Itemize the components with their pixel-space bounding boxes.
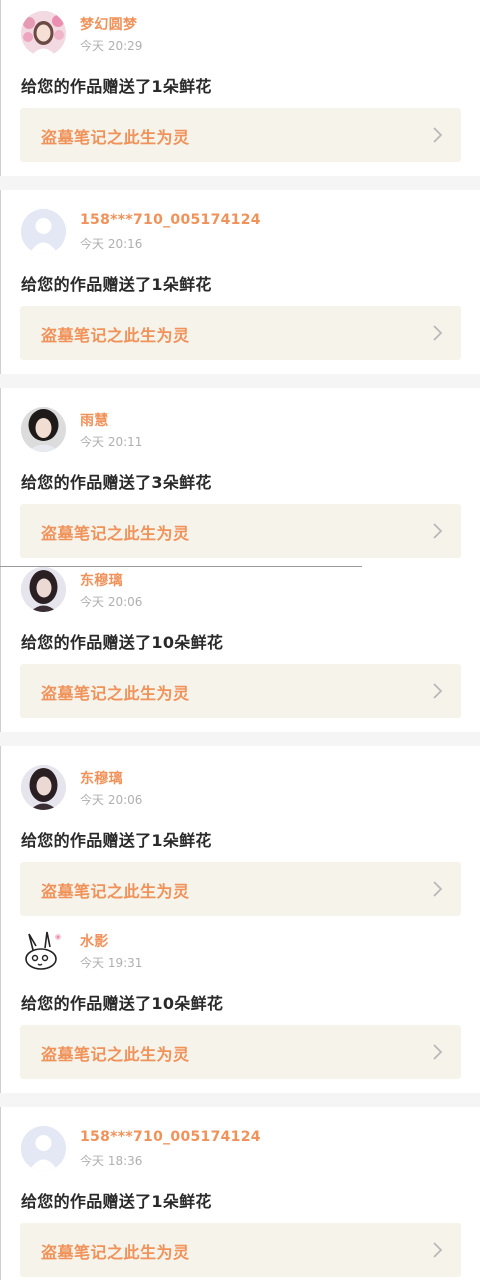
avatar[interactable]: [21, 567, 66, 612]
girl-dark-hair-avatar-icon: [21, 765, 66, 810]
gift-message: 给您的作品赠送了3朵鲜花: [21, 473, 212, 492]
work-link-card[interactable]: 盗墓笔记之此生为灵: [20, 306, 461, 360]
work-link-card[interactable]: 盗墓笔记之此生为灵: [20, 504, 461, 558]
chevron-right-icon: [433, 523, 443, 539]
notification-item: 东穆璃 今天 20:06 给您的作品赠送了1朵鲜花 盗墓笔记之此生为灵: [0, 765, 480, 917]
timestamp: 今天 20:11: [80, 435, 143, 449]
chevron-right-icon: [433, 127, 443, 143]
user-name[interactable]: 东穆璃: [80, 570, 123, 590]
notification-item: 东穆璃 今天 20:06 给您的作品赠送了10朵鲜花 盗墓笔记之此生为灵: [0, 567, 480, 719]
gift-notification-feed: 梦幻圆梦 今天 20:29 给您的作品赠送了1朵鲜花 盗墓笔记之此生为灵 158…: [0, 0, 480, 1280]
user-name[interactable]: 雨慧: [80, 410, 109, 430]
section-divider: [0, 732, 480, 746]
notification-item: 158***710_005174124 今天 18:36 给您的作品赠送了1朵鲜…: [0, 1126, 480, 1278]
gift-message: 给您的作品赠送了10朵鲜花: [21, 633, 224, 652]
avatar[interactable]: [21, 765, 66, 810]
default-user-avatar-icon: [21, 209, 66, 254]
work-link-card[interactable]: 盗墓笔记之此生为灵: [20, 1223, 461, 1277]
work-title: 盗墓笔记之此生为灵: [41, 882, 190, 901]
avatar[interactable]: [21, 1126, 66, 1171]
notification-item: 梦幻圆梦 今天 20:29 给您的作品赠送了1朵鲜花 盗墓笔记之此生为灵: [0, 11, 480, 163]
chevron-right-icon: [433, 1242, 443, 1258]
work-title: 盗墓笔记之此生为灵: [41, 524, 190, 543]
work-title: 盗墓笔记之此生为灵: [41, 1045, 190, 1064]
chevron-right-icon: [433, 683, 443, 699]
user-name[interactable]: 158***710_005174124: [80, 1129, 261, 1145]
avatar[interactable]: [21, 407, 66, 452]
timestamp: 今天 20:29: [80, 39, 143, 53]
avatar[interactable]: [21, 928, 66, 973]
gift-message: 给您的作品赠送了1朵鲜花: [21, 1192, 212, 1211]
girl-flowers-avatar-icon: [21, 11, 66, 56]
avatar[interactable]: [21, 209, 66, 254]
user-name[interactable]: 水影: [80, 931, 109, 951]
section-divider: [0, 374, 480, 388]
timestamp: 今天 20:16: [80, 237, 143, 251]
notification-item: 雨慧 今天 20:11 给您的作品赠送了3朵鲜花 盗墓笔记之此生为灵: [0, 407, 480, 559]
work-title: 盗墓笔记之此生为灵: [41, 128, 190, 147]
work-link-card[interactable]: 盗墓笔记之此生为灵: [20, 862, 461, 916]
avatar[interactable]: [21, 11, 66, 56]
rabbit-doodle-avatar-icon: [21, 928, 66, 973]
gift-message: 给您的作品赠送了10朵鲜花: [21, 994, 224, 1013]
chevron-right-icon: [433, 325, 443, 341]
gift-message: 给您的作品赠送了1朵鲜花: [21, 77, 212, 96]
user-name[interactable]: 梦幻圆梦: [80, 14, 137, 34]
work-title: 盗墓笔记之此生为灵: [41, 1243, 190, 1262]
section-divider: [0, 1093, 480, 1107]
notification-item: 水影 今天 19:31 给您的作品赠送了10朵鲜花 盗墓笔记之此生为灵: [0, 928, 480, 1080]
work-title: 盗墓笔记之此生为灵: [41, 326, 190, 345]
work-link-card[interactable]: 盗墓笔记之此生为灵: [20, 664, 461, 718]
work-link-card[interactable]: 盗墓笔记之此生为灵: [20, 108, 461, 162]
work-link-card[interactable]: 盗墓笔记之此生为灵: [20, 1025, 461, 1079]
section-divider: [0, 176, 480, 190]
default-user-avatar-icon: [21, 1126, 66, 1171]
timestamp: 今天 20:06: [80, 793, 143, 807]
girl-portrait-avatar-icon: [21, 407, 66, 452]
timestamp: 今天 18:36: [80, 1154, 143, 1168]
work-title: 盗墓笔记之此生为灵: [41, 684, 190, 703]
chevron-right-icon: [433, 1044, 443, 1060]
chevron-right-icon: [433, 881, 443, 897]
girl-dark-hair-avatar-icon: [21, 567, 66, 612]
notification-item: 158***710_005174124 今天 20:16 给您的作品赠送了1朵鲜…: [0, 209, 480, 361]
timestamp: 今天 19:31: [80, 956, 143, 970]
gift-message: 给您的作品赠送了1朵鲜花: [21, 275, 212, 294]
user-name[interactable]: 158***710_005174124: [80, 212, 261, 228]
user-name[interactable]: 东穆璃: [80, 768, 123, 788]
gift-message: 给您的作品赠送了1朵鲜花: [21, 831, 212, 850]
timestamp: 今天 20:06: [80, 595, 143, 609]
